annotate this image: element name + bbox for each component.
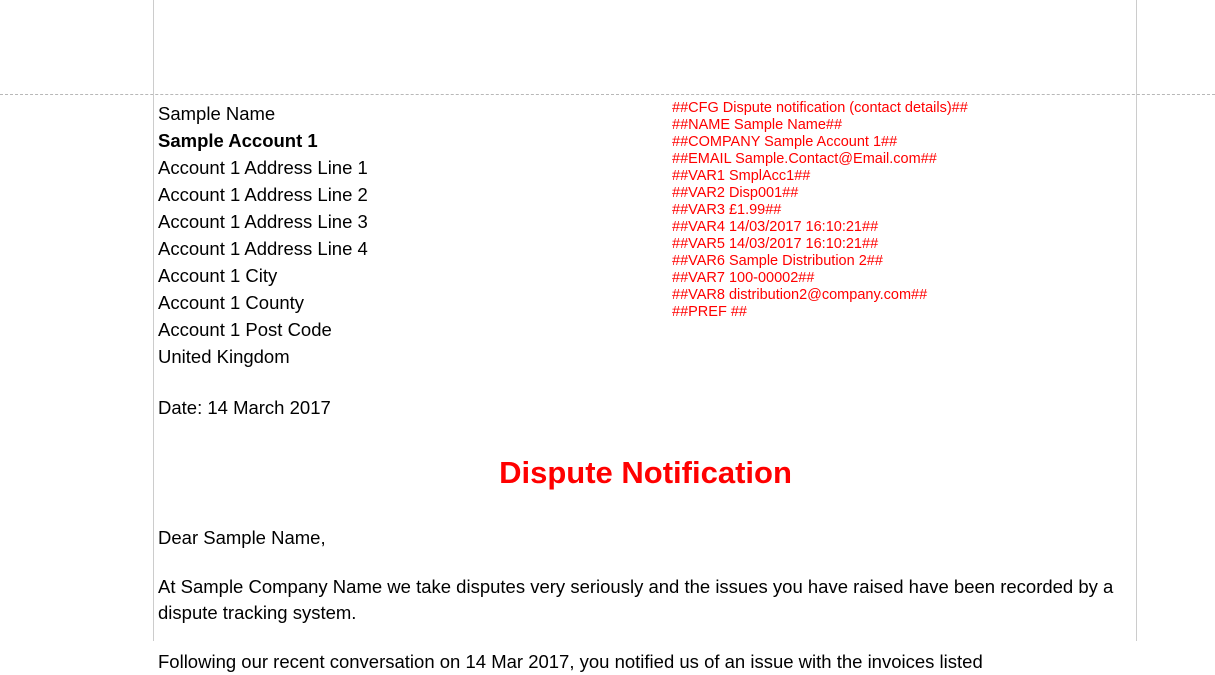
address-line-4: Account 1 Address Line 4 xyxy=(158,235,1133,262)
address-line-2: Account 1 Address Line 2 xyxy=(158,181,1133,208)
document-page: Sample Name Sample Account 1 Account 1 A… xyxy=(158,100,1133,675)
recipient-name: Sample Name xyxy=(158,100,1133,127)
address-line-1: Account 1 Address Line 1 xyxy=(158,154,1133,181)
document-title: Dispute Notification xyxy=(158,455,1133,491)
account-name: Sample Account 1 xyxy=(158,127,1133,154)
body-paragraph-1: At Sample Company Name we take disputes … xyxy=(158,574,1133,626)
address-city: Account 1 City xyxy=(158,262,1133,289)
ruler-guide-top xyxy=(0,94,1215,95)
margin-guide-right xyxy=(1136,0,1137,641)
address-block: Sample Name Sample Account 1 Account 1 A… xyxy=(158,100,1133,370)
body-paragraph-2: Following our recent conversation on 14 … xyxy=(158,649,1133,675)
address-country: United Kingdom xyxy=(158,343,1133,370)
greeting-line: Dear Sample Name, xyxy=(158,527,1133,549)
address-county: Account 1 County xyxy=(158,289,1133,316)
address-line-3: Account 1 Address Line 3 xyxy=(158,208,1133,235)
margin-guide-left xyxy=(153,0,154,641)
address-postcode: Account 1 Post Code xyxy=(158,316,1133,343)
date-line: Date: 14 March 2017 xyxy=(158,397,1133,419)
